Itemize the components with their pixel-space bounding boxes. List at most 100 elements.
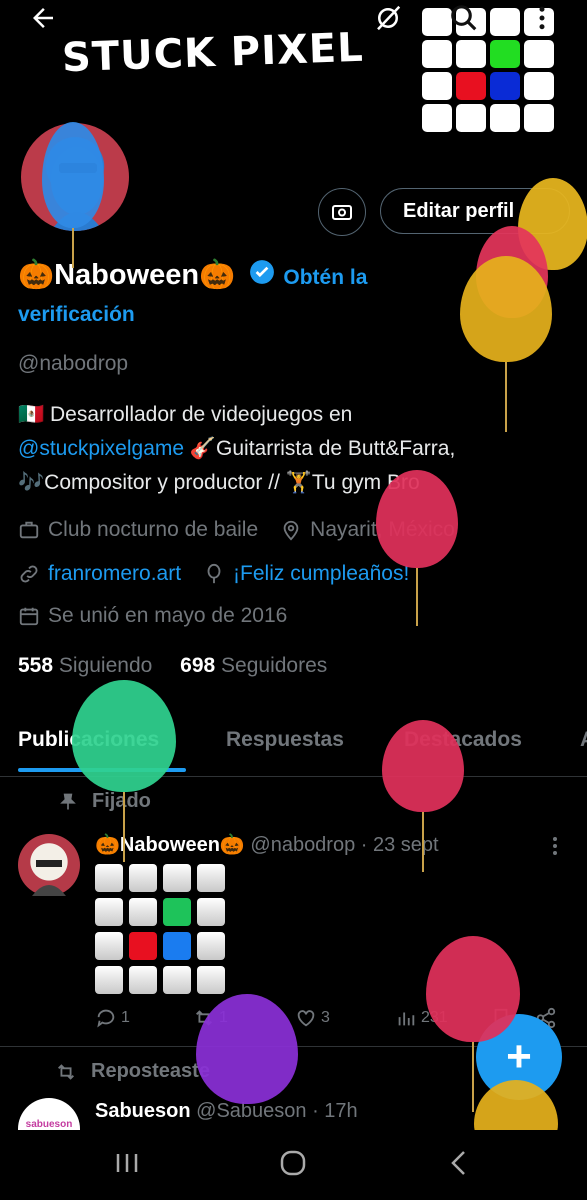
tab-articles[interactable]: A bbox=[580, 728, 587, 752]
balloon-blue bbox=[42, 122, 104, 228]
balloon-yellow-2 bbox=[460, 256, 552, 362]
home-icon[interactable] bbox=[278, 1148, 308, 1183]
system-nav-bar bbox=[0, 1130, 587, 1200]
emoji-square bbox=[129, 966, 157, 994]
banner-pixel bbox=[422, 72, 452, 100]
emoji-square bbox=[129, 898, 157, 926]
balloon-icon bbox=[207, 563, 221, 584]
followers-link[interactable]: 698 Seguidores bbox=[180, 654, 327, 677]
repost-header: Sabueson @Sabueson · 17h bbox=[95, 1100, 358, 1123]
camera-button[interactable] bbox=[318, 188, 366, 236]
calendar-icon bbox=[19, 607, 39, 626]
banner-pixel bbox=[524, 40, 554, 68]
recent-apps-icon[interactable] bbox=[112, 1148, 142, 1183]
profile-website-link[interactable]: franromero.art bbox=[48, 562, 181, 586]
briefcase-icon bbox=[19, 521, 39, 539]
search-icon[interactable] bbox=[446, 0, 482, 36]
emoji-square bbox=[197, 966, 225, 994]
back-arrow-icon[interactable] bbox=[25, 0, 61, 36]
banner-pixel bbox=[524, 104, 554, 132]
follow-stats: 558 Siguiendo 698 Seguidores bbox=[18, 654, 327, 678]
banner-pixel bbox=[490, 72, 520, 100]
emoji-square bbox=[95, 898, 123, 926]
post-more-icon[interactable] bbox=[545, 834, 565, 863]
repost-date[interactable]: · 17h bbox=[312, 1100, 358, 1122]
views-chart-icon bbox=[398, 1012, 415, 1026]
balloon-green bbox=[72, 680, 176, 792]
post-author-handle[interactable]: @nabodrop bbox=[250, 834, 355, 856]
post-header: 🎃Naboween🎃 @nabodrop · 23 sept bbox=[95, 832, 439, 857]
emoji-square bbox=[163, 864, 191, 892]
get-verified-link[interactable]: Obtén la bbox=[283, 266, 367, 289]
repost-indicator: Reposteaste bbox=[55, 1060, 210, 1083]
following-link[interactable]: 558 Siguiendo bbox=[18, 654, 152, 677]
emoji-square bbox=[129, 932, 157, 960]
profile-bio: 🇲🇽 Desarrollador de videojuegos en @stuc… bbox=[18, 398, 568, 500]
balloon-red-2 bbox=[376, 470, 458, 568]
balloon-purple bbox=[196, 994, 298, 1104]
post-avatar[interactable] bbox=[18, 834, 80, 896]
profile-meta-row-3: Se unió en mayo de 2016 bbox=[18, 604, 287, 628]
emoji-square bbox=[95, 864, 123, 892]
get-verified-link-cont[interactable]: verificación bbox=[18, 303, 135, 327]
banner-pixel bbox=[490, 104, 520, 132]
location-pin-icon bbox=[283, 520, 299, 541]
bio-line-1: 🇲🇽 Desarrollador de videojuegos en bbox=[18, 403, 353, 426]
verified-badge-icon bbox=[249, 259, 275, 293]
post-author-name[interactable]: 🎃Naboween🎃 bbox=[95, 834, 245, 856]
balloon-string bbox=[416, 568, 418, 626]
more-vertical-icon[interactable] bbox=[524, 0, 560, 36]
bio-line-3: 🎶Compositor y productor // 🏋️Tu gym Bro bbox=[18, 471, 420, 494]
nav-back-icon[interactable] bbox=[444, 1148, 474, 1183]
balloon-red-3 bbox=[382, 720, 464, 812]
pinned-indicator: Fijado bbox=[58, 790, 151, 813]
banner-pixel bbox=[422, 40, 452, 68]
profile-category: Club nocturno de baile bbox=[48, 518, 259, 541]
emoji-square bbox=[197, 932, 225, 960]
repost-label: Reposteaste bbox=[91, 1060, 210, 1082]
like-button[interactable]: 3 bbox=[295, 1007, 330, 1029]
emoji-square bbox=[129, 864, 157, 892]
banner-pixel bbox=[524, 72, 554, 100]
post-date[interactable]: · 23 sept bbox=[361, 834, 439, 856]
heart-icon bbox=[297, 1010, 315, 1027]
birthday-link[interactable]: ¡Feliz cumpleaños! bbox=[233, 562, 409, 586]
banner-title: STUCK PIXEL bbox=[61, 24, 365, 82]
balloon-string bbox=[505, 362, 507, 432]
display-name: 🎃Naboween🎃 bbox=[18, 259, 236, 291]
pin-icon bbox=[60, 793, 76, 809]
balloon-string bbox=[72, 228, 74, 268]
emoji-square bbox=[95, 932, 123, 960]
pinned-label: Fijado bbox=[92, 790, 151, 812]
link-icon bbox=[20, 565, 38, 583]
eye-slash-icon[interactable] bbox=[370, 0, 406, 36]
balloon-string bbox=[472, 1042, 474, 1112]
reply-icon bbox=[97, 1009, 115, 1028]
profile-joined-date: Se unió en mayo de 2016 bbox=[48, 604, 288, 627]
emoji-square bbox=[163, 932, 191, 960]
banner-pixel bbox=[490, 8, 520, 36]
balloon-red-4 bbox=[426, 936, 520, 1042]
emoji-square bbox=[163, 966, 191, 994]
reply-button[interactable]: 1 bbox=[95, 1007, 130, 1029]
repost-avatar[interactable]: sabueson bbox=[18, 1098, 80, 1130]
balloon-string bbox=[123, 792, 125, 862]
profile-handle: @nabodrop bbox=[18, 352, 129, 375]
bio-line-2: 🎸Guitarrista de Butt&Farra, bbox=[184, 437, 456, 460]
camera-icon bbox=[332, 205, 352, 220]
post-emoji-grid bbox=[95, 864, 225, 994]
banner-pixel bbox=[422, 104, 452, 132]
balloon-string bbox=[422, 812, 424, 872]
emoji-square bbox=[163, 898, 191, 926]
repost-avatar-text: sabueson bbox=[25, 1119, 73, 1130]
banner-pixel bbox=[490, 40, 520, 68]
banner-pixel bbox=[456, 72, 486, 100]
banner-pixel bbox=[456, 40, 486, 68]
bio-mention-link[interactable]: @stuckpixelgame bbox=[18, 437, 184, 460]
repost-indicator-icon bbox=[58, 1063, 74, 1080]
tab-replies[interactable]: Respuestas bbox=[226, 728, 344, 752]
repost-author-name[interactable]: Sabueson bbox=[95, 1100, 191, 1122]
display-name-row: 🎃Naboween🎃 Obtén la bbox=[18, 258, 367, 293]
emoji-square bbox=[197, 898, 225, 926]
profile-meta-row-2: franromero.art ¡Feliz cumpleaños! bbox=[18, 562, 409, 586]
